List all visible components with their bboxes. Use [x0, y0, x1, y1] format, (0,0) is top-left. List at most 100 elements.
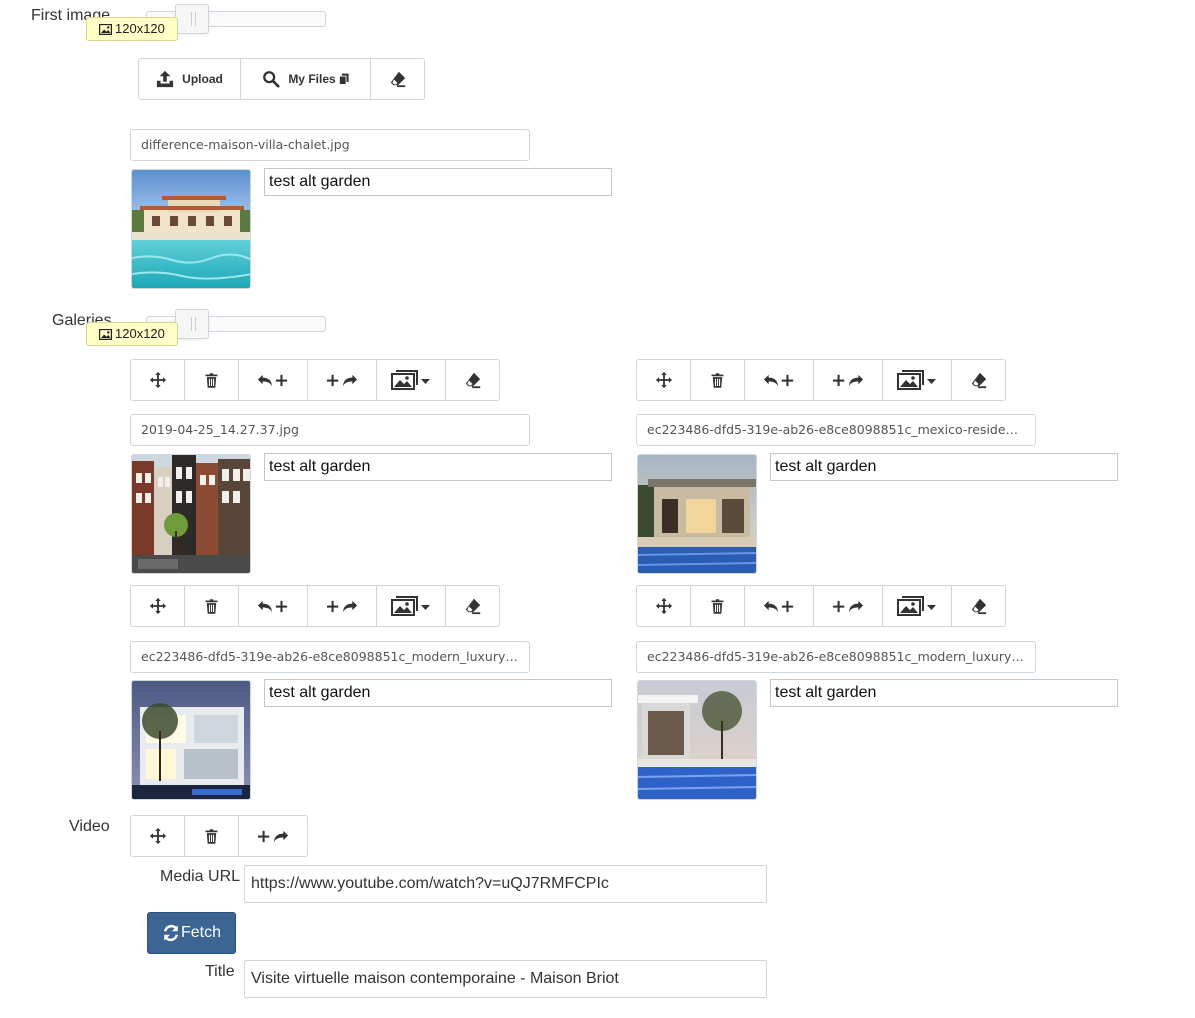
plus-redo-icon	[326, 597, 358, 616]
gallery-thumbnail	[131, 680, 251, 800]
plus-redo-icon	[832, 371, 864, 390]
gallery-filename[interactable]: ec223486-dfd5-319e-ab26-e8ce8098851c_mex…	[636, 414, 1036, 446]
copy-icon	[339, 73, 349, 85]
size-badge: 120x120	[86, 17, 178, 41]
undo-plus-icon	[257, 371, 289, 390]
gallery-item-toolbar	[636, 585, 1006, 627]
gallery-item-toolbar	[130, 585, 500, 627]
move-button[interactable]	[130, 815, 185, 857]
slider-handle[interactable]	[175, 4, 209, 34]
delete-button[interactable]	[184, 585, 239, 627]
gallery-filename[interactable]: ec223486-dfd5-319e-ab26-e8ce8098851c_mod…	[130, 641, 530, 673]
gallery-alt-input[interactable]: test alt garden	[770, 679, 1118, 707]
trash-icon	[709, 598, 726, 615]
fetch-button[interactable]: Fetch	[147, 912, 237, 954]
delete-button[interactable]	[690, 359, 745, 401]
my-files-label: My Files	[288, 72, 336, 86]
slider-handle[interactable]	[175, 309, 209, 339]
insert-after-button[interactable]	[813, 585, 883, 627]
insert-before-button[interactable]	[238, 585, 308, 627]
undo-plus-icon	[257, 597, 289, 616]
undo-plus-icon	[763, 597, 795, 616]
first-image-thumbnail	[131, 169, 251, 289]
refresh-icon	[163, 924, 179, 942]
insert-after-button[interactable]	[813, 359, 883, 401]
gallery-alt-input[interactable]: test alt garden	[264, 679, 612, 707]
image-icon	[99, 329, 112, 340]
media-url-input[interactable]: https://www.youtube.com/watch?v=uQJ7RMFC…	[244, 865, 767, 903]
clear-button[interactable]	[951, 585, 1006, 627]
upload-label: Upload	[182, 72, 223, 86]
my-files-button[interactable]: My Files	[240, 58, 371, 100]
images-caret-icon	[897, 596, 937, 616]
images-caret-icon	[391, 596, 431, 616]
clear-button[interactable]	[445, 359, 500, 401]
search-icon	[262, 70, 280, 88]
insert-after-button[interactable]	[307, 585, 377, 627]
insert-before-button[interactable]	[744, 359, 814, 401]
title-label: Title	[205, 963, 235, 980]
insert-before-button[interactable]	[238, 359, 308, 401]
plus-redo-icon	[326, 371, 358, 390]
image-menu-dropdown[interactable]	[376, 585, 446, 627]
plus-redo-icon	[832, 597, 864, 616]
move-icon	[149, 827, 167, 845]
gallery-thumbnail	[637, 454, 757, 574]
gallery-filename[interactable]: ec223486-dfd5-319e-ab26-e8ce8098851c_mod…	[636, 641, 1036, 673]
trash-icon	[709, 372, 726, 389]
delete-button[interactable]	[690, 585, 745, 627]
media-url-label: Media URL	[160, 868, 241, 885]
eraser-icon	[389, 70, 407, 88]
insert-after-button[interactable]	[238, 815, 308, 857]
eraser-icon	[464, 597, 482, 615]
size-badge-text: 120x120	[115, 21, 165, 36]
move-button[interactable]	[130, 359, 185, 401]
move-icon	[149, 371, 167, 389]
upload-button[interactable]: Upload	[138, 58, 241, 100]
video-toolbar	[130, 815, 308, 857]
clear-button[interactable]	[370, 58, 425, 100]
move-icon	[149, 597, 167, 615]
image-icon	[99, 24, 112, 35]
upload-icon	[156, 70, 174, 88]
move-button[interactable]	[636, 585, 691, 627]
insert-before-button[interactable]	[744, 585, 814, 627]
size-badge-text: 120x120	[115, 326, 165, 341]
size-badge: 120x120	[86, 322, 178, 346]
gallery-thumbnail	[131, 454, 251, 574]
move-button[interactable]	[130, 585, 185, 627]
gallery-filename[interactable]: 2019-04-25_14.27.37.jpg	[130, 414, 530, 446]
images-caret-icon	[391, 370, 431, 390]
clear-button[interactable]	[445, 585, 500, 627]
first-image-toolbar: Upload My Files	[138, 58, 425, 100]
gallery-item-toolbar	[636, 359, 1006, 401]
gallery-item-toolbar	[130, 359, 500, 401]
fetch-label: Fetch	[181, 924, 222, 941]
gallery-alt-input[interactable]: test alt garden	[770, 453, 1118, 481]
trash-icon	[203, 598, 220, 615]
insert-after-button[interactable]	[307, 359, 377, 401]
trash-icon	[203, 372, 220, 389]
move-button[interactable]	[636, 359, 691, 401]
move-icon	[655, 597, 673, 615]
first-image-filename[interactable]: difference-maison-villa-chalet.jpg	[130, 129, 530, 161]
title-input[interactable]: Visite virtuelle maison contemporaine - …	[244, 960, 767, 998]
gallery-thumbnail	[637, 680, 757, 800]
undo-plus-icon	[763, 371, 795, 390]
clear-button[interactable]	[951, 359, 1006, 401]
move-icon	[655, 371, 673, 389]
eraser-icon	[970, 371, 988, 389]
gallery-alt-input[interactable]: test alt garden	[264, 453, 612, 481]
video-label: Video	[69, 818, 110, 835]
eraser-icon	[464, 371, 482, 389]
eraser-icon	[970, 597, 988, 615]
trash-icon	[203, 828, 220, 845]
first-image-alt-input[interactable]: test alt garden	[264, 168, 612, 196]
image-menu-dropdown[interactable]	[882, 359, 952, 401]
delete-button[interactable]	[184, 815, 239, 857]
delete-button[interactable]	[184, 359, 239, 401]
plus-redo-icon	[257, 827, 289, 846]
images-caret-icon	[897, 370, 937, 390]
image-menu-dropdown[interactable]	[376, 359, 446, 401]
image-menu-dropdown[interactable]	[882, 585, 952, 627]
